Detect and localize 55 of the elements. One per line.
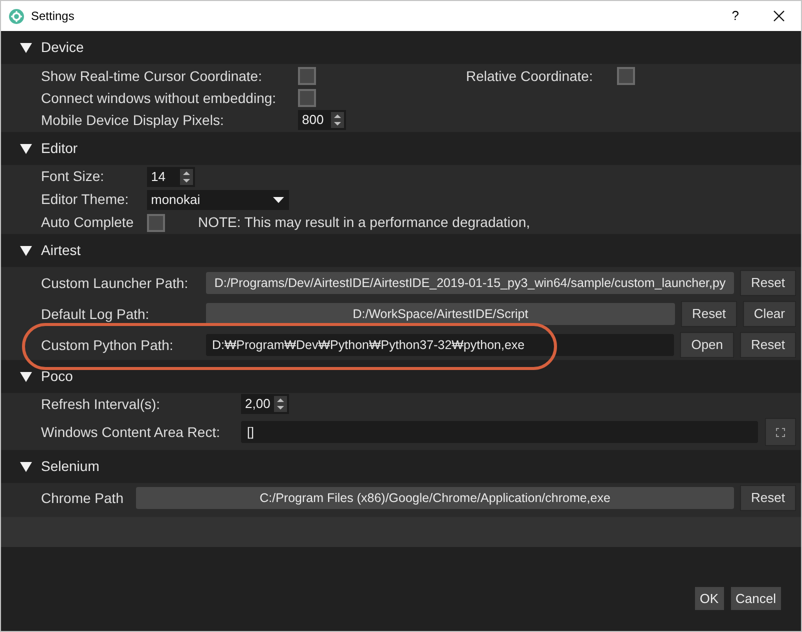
field-label: Font Size: <box>41 167 106 186</box>
field-label: Mobile Device Display Pixels: <box>41 110 225 130</box>
action-button[interactable]: Open <box>680 332 734 358</box>
field-label: Custom Python Path: <box>41 336 174 355</box>
field-label: Auto Complete <box>41 213 135 232</box>
triangle-down-icon[interactable] <box>20 372 32 382</box>
triangle-down-icon[interactable] <box>20 144 32 154</box>
gear-icon <box>9 8 24 24</box>
action-button[interactable]: Reset <box>740 332 796 358</box>
corner-brackets-icon <box>776 428 785 436</box>
spin-arrows-icon[interactable] <box>274 396 287 412</box>
theme-dropdown[interactable]: monokai <box>147 190 289 210</box>
section-header[interactable]: Device <box>1 31 801 64</box>
note-text: NOTE: This may result in a performance degradation, <box>198 213 530 232</box>
triangle-down-icon[interactable] <box>20 462 32 472</box>
action-button[interactable]: Reset <box>680 301 737 327</box>
spin-arrows-icon[interactable] <box>331 112 344 128</box>
checkbox[interactable] <box>616 67 635 85</box>
dialog-button[interactable]: OK <box>694 587 724 610</box>
field-label: Show Real-time Cursor Coordinate: <box>41 66 263 86</box>
field-label: Chrome Path <box>41 488 124 508</box>
action-button[interactable]: Reset <box>740 485 796 511</box>
spinbox[interactable]: 800 <box>298 110 346 130</box>
checkbox[interactable] <box>298 89 316 107</box>
field-label: Editor Theme: <box>41 190 130 209</box>
input-field[interactable]: D:/WorkSpace/AirtestIDE/Script <box>206 303 675 325</box>
checkbox[interactable] <box>298 67 316 85</box>
dialog-button[interactable]: Cancel <box>730 587 781 610</box>
field-label: Custom Launcher Path: <box>41 274 190 292</box>
checkbox[interactable] <box>147 214 165 232</box>
input-field[interactable]: C:/Program Files (x86)/Google/Chrome/Application/chrome,exe <box>136 487 734 509</box>
triangle-down-icon[interactable] <box>20 42 32 52</box>
field-label: Refresh Interval(s): <box>41 394 162 414</box>
field-label: Default Log Path: <box>41 304 150 324</box>
section-header[interactable]: Airtest <box>1 234 801 267</box>
input-field[interactable]: D:₩Program₩Dev₩Python₩Python37-32₩python,exe <box>206 334 674 356</box>
window-title: Settings <box>31 8 74 25</box>
field-label: Connect windows without embedding: <box>41 88 278 108</box>
section-header[interactable]: Selenium <box>1 450 801 483</box>
spin-arrows-icon[interactable] <box>180 168 193 184</box>
section-header[interactable]: Poco <box>1 360 801 393</box>
triangle-down-icon[interactable] <box>20 246 32 256</box>
caret-down-icon[interactable] <box>273 196 284 202</box>
close-icon[interactable] <box>773 10 785 22</box>
spinbox[interactable]: 2,00 <box>241 394 289 414</box>
input-field[interactable]: [] <box>241 421 758 443</box>
field-label: Relative Coordinate: <box>466 66 593 86</box>
input-field[interactable]: D:/Programs/Dev/AirtestIDE/AirtestIDE_2019-01-15_py3_win64/sample/custom_launcher,py <box>206 272 734 294</box>
action-button[interactable]: Clear <box>742 301 796 327</box>
field-label: Windows Content Area Rect: <box>41 422 221 442</box>
help-button[interactable]: ? <box>732 6 739 26</box>
section-header[interactable]: Editor <box>1 132 801 165</box>
spinbox[interactable]: 14 <box>147 166 195 186</box>
action-button[interactable]: Reset <box>740 270 796 296</box>
select-area-button[interactable] <box>765 418 796 446</box>
